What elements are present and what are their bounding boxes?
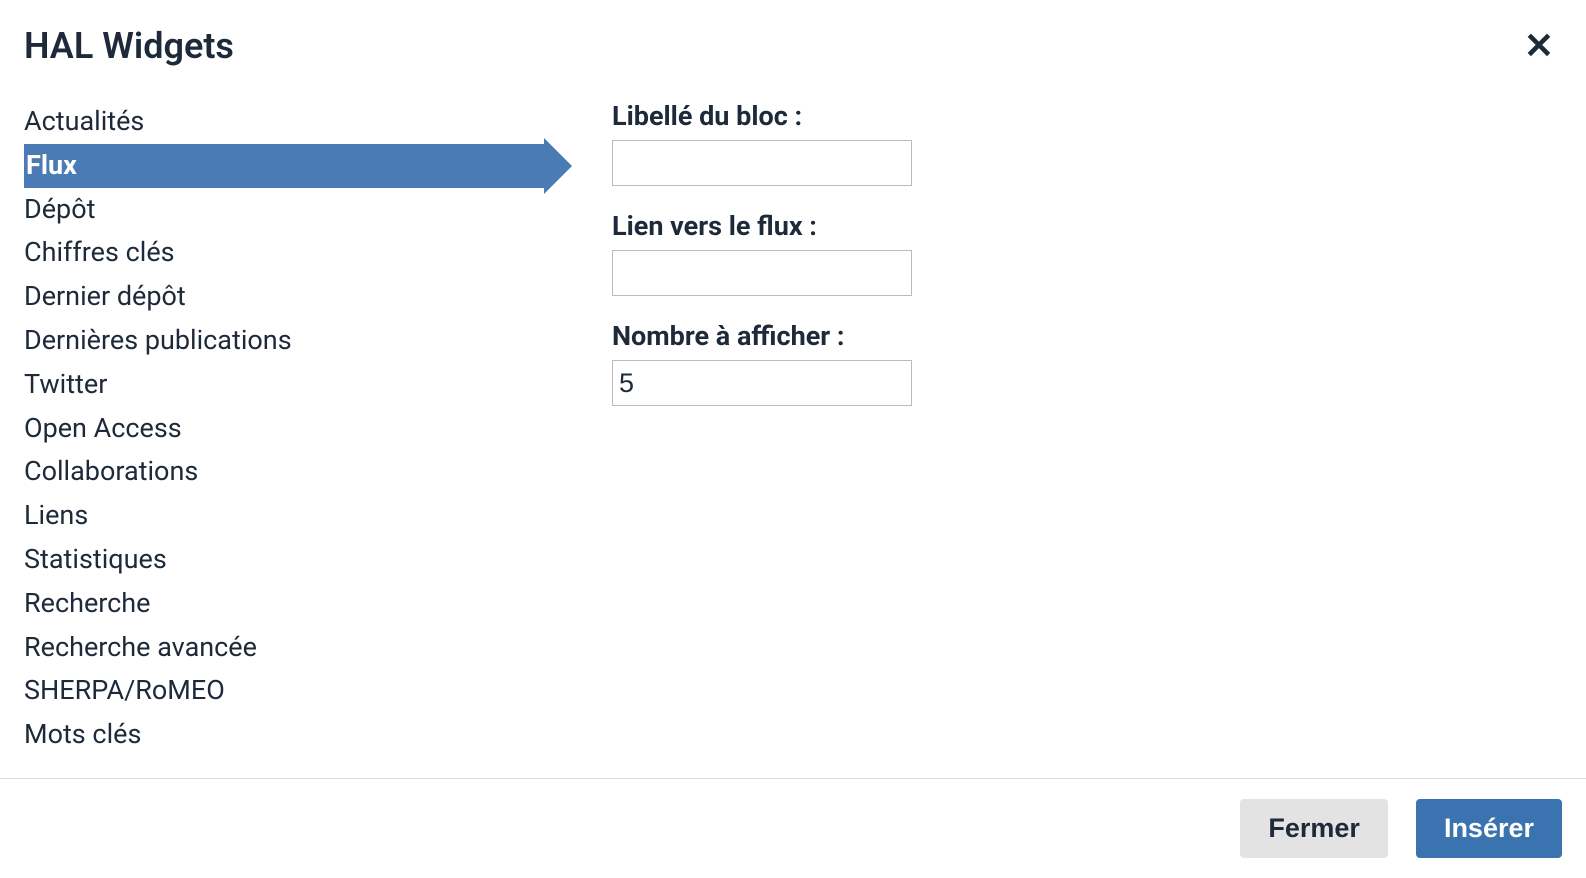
sidebar-item-liens[interactable]: Liens: [24, 494, 584, 538]
sidebar-item-dernieres-publications[interactable]: Dernières publications: [24, 319, 584, 363]
feed-link-label: Lien vers le flux :: [612, 210, 1562, 242]
sidebar-item-statistiques[interactable]: Statistiques: [24, 538, 584, 582]
widget-type-list: Actualités Flux Dépôt Chiffres clés Dern…: [24, 100, 584, 758]
hal-widgets-dialog: HAL Widgets ✕ Actualités Flux Dépôt Chif…: [0, 0, 1586, 878]
sidebar-item-recherche-avancee[interactable]: Recherche avancée: [24, 626, 584, 670]
dialog-footer: Fermer Insérer: [0, 778, 1586, 878]
dialog-header: HAL Widgets ✕: [0, 0, 1586, 80]
sidebar-item-sherpa-romeo[interactable]: SHERPA/RoMEO: [24, 669, 584, 713]
sidebar-item-collaborations[interactable]: Collaborations: [24, 450, 584, 494]
sidebar-item-twitter[interactable]: Twitter: [24, 363, 584, 407]
close-button[interactable]: Fermer: [1240, 799, 1388, 858]
form-group-block-label: Libellé du bloc :: [612, 100, 1562, 186]
sidebar-item-open-access[interactable]: Open Access: [24, 407, 584, 451]
sidebar-item-flux[interactable]: Flux: [24, 144, 544, 188]
feed-link-input[interactable]: [612, 250, 912, 296]
block-label-input[interactable]: [612, 140, 912, 186]
sidebar-item-recherche[interactable]: Recherche: [24, 582, 584, 626]
dialog-content: Actualités Flux Dépôt Chiffres clés Dern…: [0, 80, 1586, 778]
sidebar-item-dernier-depot[interactable]: Dernier dépôt: [24, 275, 584, 319]
form-group-display-count: Nombre à afficher :: [612, 320, 1562, 406]
close-icon[interactable]: ✕: [1516, 24, 1562, 68]
display-count-label: Nombre à afficher :: [612, 320, 1562, 352]
sidebar-item-chiffres-cles[interactable]: Chiffres clés: [24, 231, 584, 275]
display-count-input[interactable]: [612, 360, 912, 406]
sidebar-item-mots-cles[interactable]: Mots clés: [24, 713, 584, 757]
block-label-label: Libellé du bloc :: [612, 100, 1562, 132]
sidebar-item-depot[interactable]: Dépôt: [24, 188, 584, 232]
insert-button[interactable]: Insérer: [1416, 799, 1562, 858]
sidebar-item-actualites[interactable]: Actualités: [24, 100, 584, 144]
dialog-title: HAL Widgets: [24, 25, 234, 67]
form-group-feed-link: Lien vers le flux :: [612, 210, 1562, 296]
widget-config-form: Libellé du bloc : Lien vers le flux : No…: [584, 100, 1562, 758]
